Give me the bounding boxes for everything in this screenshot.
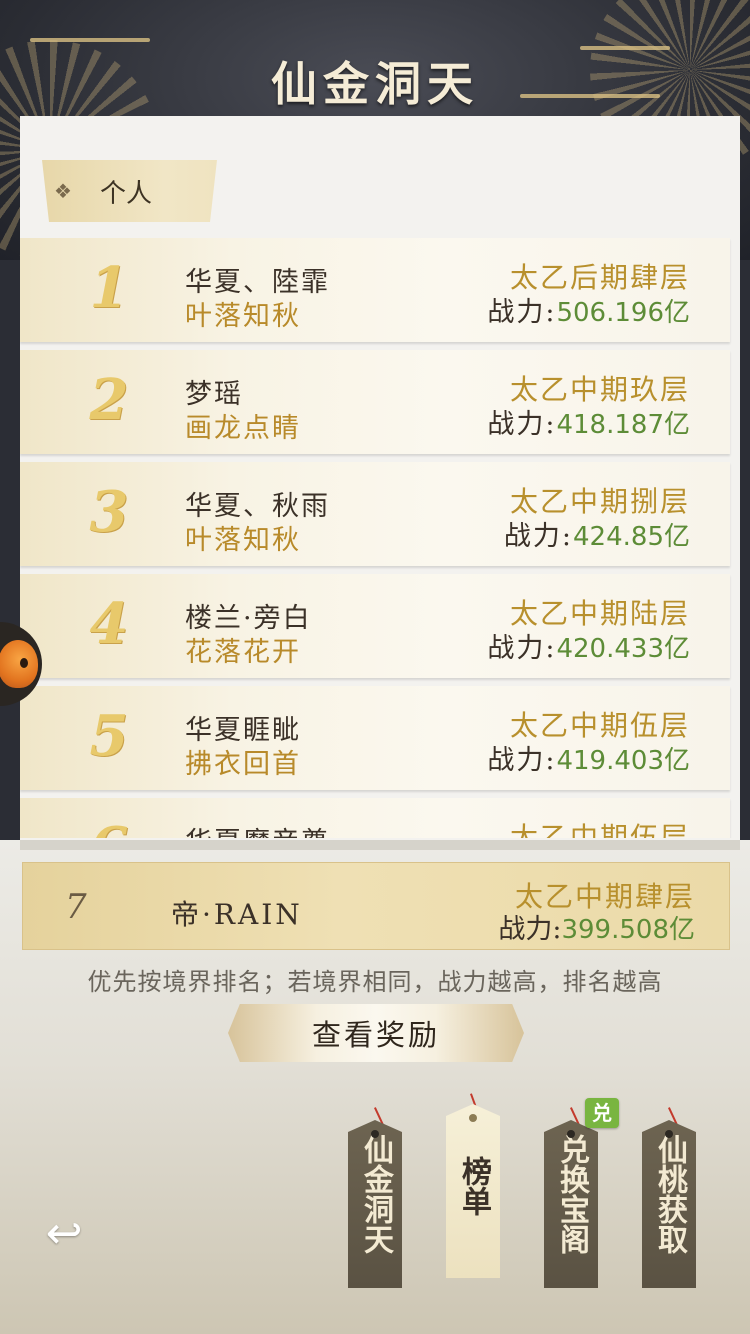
page-title: 仙金洞天 xyxy=(271,57,479,111)
guild-name: 拂衣回首 xyxy=(185,749,301,780)
guild-name: 花落花开 xyxy=(185,637,301,668)
nav-tab-exchange[interactable]: 兑换宝阁 xyxy=(544,1120,598,1288)
guild-name: 叶落知秋 xyxy=(185,525,301,556)
ranking-list[interactable]: 1 华夏、陸霏 叶落知秋 太乙后期肆层 战力:506.196亿 2 梦瑶 画龙点… xyxy=(20,238,732,838)
ranking-row[interactable]: 2 梦瑶 画龙点睛 太乙中期玖层 战力:418.187亿 xyxy=(20,350,730,454)
my-rank-number: 7 xyxy=(65,887,87,927)
power-label: 战力: xyxy=(487,297,557,328)
tab-personal[interactable]: ❖ 个人 xyxy=(42,160,217,222)
player-name: 华夏魔帝尊 xyxy=(185,820,330,838)
guild-name: 叶落知秋 xyxy=(185,301,301,332)
panel-divider xyxy=(20,840,740,850)
power-label: 战力: xyxy=(487,633,557,664)
tab-personal-label: 个人 xyxy=(99,178,152,209)
tag-hole xyxy=(665,1130,673,1138)
ranking-row[interactable]: 1 华夏、陸霏 叶落知秋 太乙后期肆层 战力:506.196亿 xyxy=(20,238,730,342)
combat-power: 战力:424.85亿 xyxy=(504,514,690,553)
power-value: 419.403亿 xyxy=(556,746,690,776)
exchange-badge: 兑 xyxy=(585,1098,619,1128)
ranking-row[interactable]: 3 华夏、秋雨 叶落知秋 太乙中期捌层 战力:424.85亿 xyxy=(20,462,730,566)
my-ranking-row: 7 帝·RAIN 太乙中期肆层 战力:399.508亿 xyxy=(22,862,730,950)
tag-hole xyxy=(469,1114,477,1122)
nav-tab-peach[interactable]: 仙桃获取 xyxy=(642,1120,696,1288)
combat-power: 战力:506.196亿 xyxy=(487,290,690,329)
power-value: 506.196亿 xyxy=(556,298,690,328)
my-player-name: 帝·RAIN xyxy=(171,898,303,931)
guild-name: 画龙点睛 xyxy=(185,413,301,444)
power-label: 战力: xyxy=(487,745,557,776)
my-combat-power: 战力:399.508亿 xyxy=(498,907,695,946)
power-value: 420.433亿 xyxy=(556,634,690,664)
rank-number: 2 xyxy=(89,367,129,433)
power-value: 399.508亿 xyxy=(561,915,695,945)
power-value: 418.187亿 xyxy=(556,410,690,440)
ranking-rule-note: 优先按境界排名；若境界相同，战力越高，排名越高 xyxy=(87,968,663,996)
nav-tab-label: 兑换宝阁 xyxy=(554,1134,589,1254)
nav-tab-label: 榜单 xyxy=(456,1156,491,1216)
cloud-ornament xyxy=(30,38,150,42)
combat-power: 战力:420.433亿 xyxy=(487,626,690,665)
power-value: 424.85亿 xyxy=(573,522,690,552)
power-label: 战力: xyxy=(487,409,557,440)
rank-number: 6 xyxy=(84,818,134,838)
rank-number: 4 xyxy=(89,591,129,657)
pet-face-icon xyxy=(0,640,38,688)
realm-level: 太乙中期伍层 xyxy=(509,821,690,838)
nav-tab-label: 仙金洞天 xyxy=(358,1134,393,1254)
rank-number: 1 xyxy=(89,255,129,321)
tag-hole xyxy=(371,1130,379,1138)
power-label: 战力: xyxy=(498,914,562,945)
power-label: 战力: xyxy=(503,521,574,552)
ranking-row[interactable]: 6 华夏魔帝尊 太乙中期伍层 xyxy=(20,798,730,838)
back-arrow-icon[interactable]: ↩ xyxy=(36,1206,92,1262)
combat-power: 战力:418.187亿 xyxy=(487,402,690,441)
combat-power: 战力:419.403亿 xyxy=(487,738,690,777)
ranking-row[interactable]: 5 华夏睚眦 拂衣回首 太乙中期伍层 战力:419.403亿 xyxy=(20,686,730,790)
nav-tab-ranking[interactable]: 榜单 xyxy=(446,1104,500,1278)
ranking-row[interactable]: 4 楼兰·旁白 花落花开 太乙中期陆层 战力:420.433亿 xyxy=(20,574,730,678)
diamond-ornament-icon: ❖ xyxy=(54,179,72,203)
rank-number: 5 xyxy=(89,703,129,769)
nav-tab-label: 仙桃获取 xyxy=(652,1134,687,1254)
nav-tab-xianjin-dongtian[interactable]: 仙金洞天 xyxy=(348,1120,402,1288)
view-rewards-button[interactable]: 查看奖励 xyxy=(228,1004,524,1062)
tag-hole xyxy=(567,1130,575,1138)
rank-number: 3 xyxy=(89,479,129,545)
